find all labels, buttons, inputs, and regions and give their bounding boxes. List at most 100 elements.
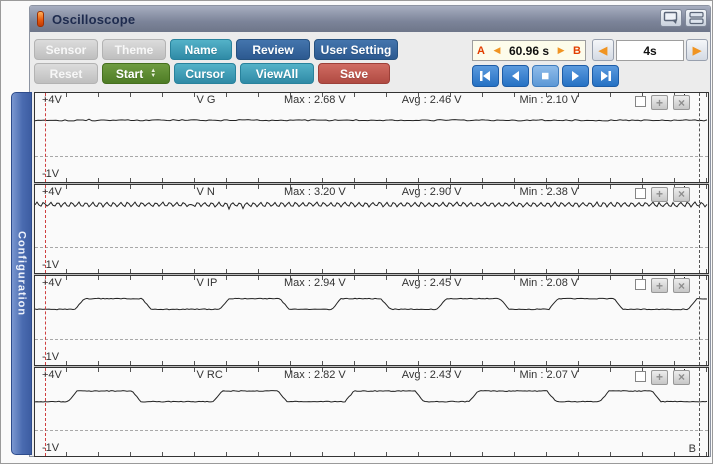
waveform (35, 93, 708, 182)
cursor-b-label: B (573, 45, 581, 57)
close-channel-button[interactable]: × (673, 370, 690, 385)
cursor-b-line[interactable] (699, 93, 700, 182)
window-step-right-button[interactable]: ▶ (686, 39, 708, 61)
close-channel-button[interactable]: × (673, 95, 690, 110)
spinner-icon: ▲▼ (150, 69, 156, 79)
reset-button-label: Reset (50, 67, 83, 81)
title-bar: Oscilloscope (30, 6, 710, 32)
min-value: Min : 2.10 V (520, 94, 579, 106)
configuration-tab[interactable]: Configuration (11, 92, 32, 455)
top-tick-marks (35, 185, 708, 189)
y-max-label: +4V (42, 277, 62, 289)
step-back-icon (509, 70, 522, 82)
thermometer-icon (37, 11, 44, 27)
cursor-b-corner-label: B (689, 443, 696, 455)
skip-start-icon (479, 70, 492, 82)
close-channel-button[interactable]: × (673, 278, 690, 293)
channel-name: V RC (197, 369, 223, 381)
waveform (35, 276, 708, 365)
save-button[interactable]: Save (318, 63, 390, 84)
y-min-label: -1V (42, 442, 59, 454)
cursor-b-line[interactable] (699, 185, 700, 274)
bottom-tick-marks (35, 361, 708, 365)
go-end-button[interactable] (592, 65, 619, 87)
max-value: Max : 2.68 V (284, 94, 346, 106)
expand-channel-button[interactable]: + (651, 370, 668, 385)
channel-checkbox[interactable] (635, 279, 646, 290)
configuration-tab-label: Configuration (16, 231, 28, 316)
screen-capture-button[interactable] (660, 9, 682, 27)
right-arrow-icon: ▶ (693, 44, 701, 57)
top-tick-marks (35, 276, 708, 280)
toolbar: Sensor ThemeName Review User Setting Reset S… (30, 32, 710, 93)
channel-checkbox[interactable] (635, 188, 646, 199)
y-max-label: +4V (42, 369, 62, 381)
waveform (35, 185, 708, 274)
play-button[interactable] (562, 65, 589, 87)
reference-dashed-line (35, 156, 708, 157)
expand-channel-button[interactable]: + (651, 95, 668, 110)
reset-button[interactable]: Reset (34, 63, 98, 84)
right-arrow-icon: ▶ (558, 45, 565, 56)
ab-range-box[interactable]: A ◀ 60.96 s ▶ B (472, 40, 586, 61)
panels-icon (689, 11, 704, 25)
max-value: Max : 2.82 V (284, 369, 346, 381)
reference-dashed-line (35, 430, 708, 431)
stop-button[interactable] (532, 65, 559, 87)
window-step-left-button[interactable]: ◀ (592, 39, 614, 61)
channel-panel-v-n: +4V -1V V N Max : 3.20 V Avg : 2.90 V Mi… (34, 184, 709, 275)
avg-value: Avg : 2.90 V (402, 186, 462, 198)
channel-checkbox[interactable] (635, 371, 646, 382)
channel-name: V IP (197, 277, 218, 289)
time-window-value[interactable]: 4s (616, 40, 684, 61)
viewall-button[interactable]: ViewAll (240, 63, 314, 84)
step-back-button[interactable] (502, 65, 529, 87)
review-button[interactable]: Review (236, 39, 310, 60)
channel-stack: +4V -1V V G Max : 2.68 V Avg : 2.46 V Mi… (34, 92, 709, 457)
cursor-b-line[interactable] (699, 276, 700, 365)
viewall-button-label: ViewAll (256, 67, 298, 81)
reference-dashed-line (35, 247, 708, 248)
expand-channel-button[interactable]: + (651, 187, 668, 202)
channel-name: V N (197, 186, 215, 198)
play-icon (569, 70, 582, 82)
toolbar-row-1: Sensor ThemeName Review User Setting (34, 39, 398, 60)
name-button[interactable]: Name (170, 39, 232, 60)
bottom-tick-marks (35, 452, 708, 456)
start-button[interactable]: Start ▲▼ (102, 63, 170, 84)
min-value: Min : 2.07 V (520, 369, 579, 381)
screen-icon (663, 11, 679, 25)
sensor-button[interactable]: Sensor (34, 39, 98, 60)
max-value: Max : 3.20 V (284, 186, 346, 198)
stop-icon (539, 70, 552, 82)
go-start-button[interactable] (472, 65, 499, 87)
bottom-tick-marks (35, 269, 708, 273)
bottom-tick-marks (35, 178, 708, 182)
left-arrow-icon: ◀ (599, 44, 607, 57)
avg-value: Avg : 2.45 V (402, 277, 462, 289)
window-title: Oscilloscope (52, 12, 135, 27)
reference-dashed-line (35, 339, 708, 340)
playback-controls (472, 65, 619, 87)
avg-value: Avg : 2.43 V (402, 369, 462, 381)
start-button-label: Start (116, 67, 143, 81)
panels-button[interactable] (685, 9, 707, 27)
cursor-button[interactable]: Cursor (174, 63, 236, 84)
theme-button[interactable]: Theme (102, 39, 166, 60)
y-min-label: -1V (42, 168, 59, 180)
max-value: Max : 2.94 V (284, 277, 346, 289)
sensor-button-label: Sensor (46, 43, 87, 57)
user-setting-button[interactable]: User Setting (314, 39, 398, 60)
expand-channel-button[interactable]: + (651, 278, 668, 293)
cursor-b-line[interactable] (699, 368, 700, 457)
toolbar-row-2: Reset Start ▲▼ Cursor ViewAll Save (34, 63, 390, 84)
save-button-label: Save (340, 67, 368, 81)
min-value: Min : 2.08 V (520, 277, 579, 289)
channel-panel-v-rc: +4V -1V V RC Max : 2.82 V Avg : 2.43 V M… (34, 367, 709, 458)
channel-checkbox[interactable] (635, 96, 646, 107)
channel-name: V G (197, 94, 216, 106)
review-button-label: Review (252, 43, 293, 57)
close-channel-button[interactable]: × (673, 187, 690, 202)
y-min-label: -1V (42, 351, 59, 363)
user-setting-button-label: User Setting (321, 43, 392, 57)
